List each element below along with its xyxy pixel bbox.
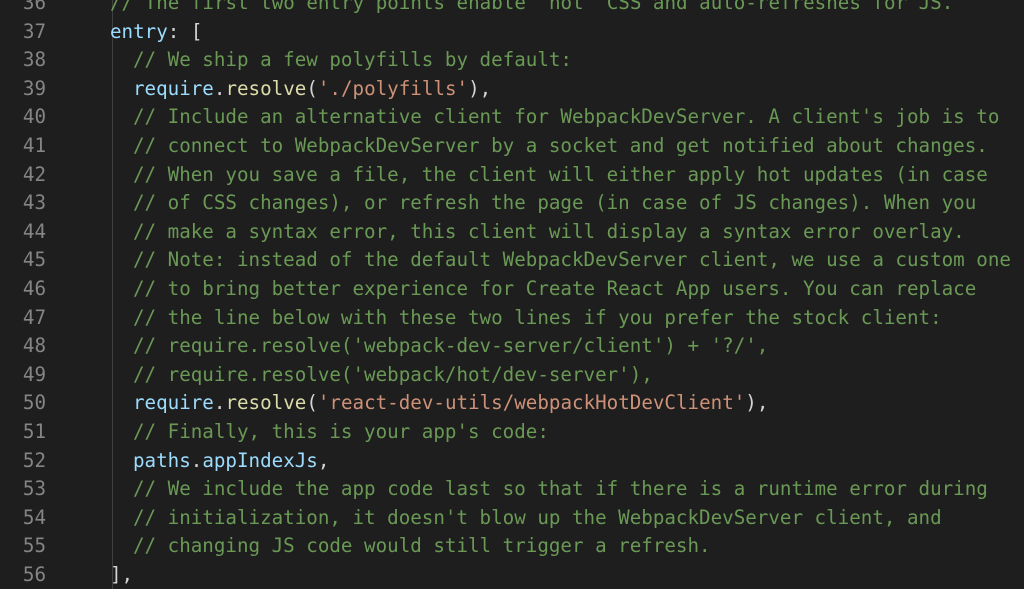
string-token: './polyfills' (317, 76, 469, 100)
comment-token: // the line below with these two lines i… (133, 305, 942, 329)
line-number: 54 (22, 505, 46, 529)
code-line[interactable]: 56], (0, 560, 1024, 589)
identifier-token: require (133, 76, 214, 100)
code-text: // changing JS code would still trigger … (110, 532, 711, 561)
punctuation-token: ( (306, 391, 318, 415)
code-text: // We ship a few polyfills by default: (110, 46, 572, 75)
punctuation-token: . (213, 76, 226, 100)
code-text: entry: [ (110, 18, 202, 47)
comment-token: // The first two entry points enable "ho… (110, 0, 954, 14)
punctuation-token: ], (110, 562, 134, 586)
line-number: 36 (22, 0, 46, 14)
code-line[interactable]: 40 // Include an alternative client for W… (0, 103, 1024, 132)
code-line[interactable]: 55 // changing JS code would still trigge… (0, 532, 1024, 561)
line-number: 43 (22, 191, 46, 215)
code-text: // of CSS changes), or refresh the page … (110, 189, 976, 218)
line-number: 44 (22, 219, 46, 243)
code-line[interactable]: 43 // of CSS changes), or refresh the pag… (0, 189, 1024, 218)
punctuation-token: , (317, 448, 330, 472)
code-line[interactable]: 51 // Finally, this is your app's code: (0, 417, 1024, 447)
line-number: 51 (22, 419, 46, 443)
code-line[interactable]: 41 // connect to WebpackDevServer by a so… (0, 131, 1024, 161)
code-line[interactable]: 45 // Note: instead of the default Webpac… (0, 246, 1024, 275)
identifier-token: require (133, 391, 214, 415)
code-line[interactable]: 48 // require.resolve('webpack-dev-server… (0, 332, 1024, 361)
line-number: 49 (22, 362, 46, 386)
comment-token: // require.resolve('webpack/hot/dev-serv… (133, 362, 653, 386)
code-text: // When you save a file, the client will… (110, 161, 988, 190)
comment-token: // changing JS code would still trigger … (133, 534, 711, 558)
punctuation-token: ), (745, 391, 769, 415)
code-text: // require.resolve('webpack/hot/dev-serv… (110, 361, 653, 390)
line-number: 42 (22, 162, 46, 186)
punctuation-token: . (190, 448, 203, 472)
code-text: require.resolve('react-dev-utils/webpack… (110, 389, 768, 418)
line-number: 39 (22, 76, 46, 100)
line-number: 37 (22, 19, 46, 43)
code-text: // connect to WebpackDevServer by a sock… (110, 132, 988, 161)
code-text: // to bring better experience for Create… (110, 275, 976, 304)
code-line[interactable]: 49 // require.resolve('webpack/hot/dev-se… (0, 360, 1024, 390)
code-line[interactable]: 42 // When you save a file, the client wi… (0, 160, 1024, 190)
comment-token: // Finally, this is your app's code: (133, 419, 549, 443)
line-number: 53 (22, 477, 46, 501)
code-text: // require.resolve('webpack-dev-server/c… (110, 332, 768, 361)
code-line[interactable]: 47 // the line below with these two lines… (0, 303, 1024, 333)
comment-token: // of CSS changes), or refresh the page … (133, 191, 977, 215)
code-text: // make a syntax error, this client will… (110, 218, 965, 247)
line-number: 41 (22, 133, 46, 157)
line-number: 50 (22, 391, 46, 415)
code-text: paths.appIndexJs, (110, 447, 329, 476)
line-number: 45 (22, 248, 46, 272)
comment-token: // We include the app code last so that … (133, 477, 988, 501)
code-line[interactable]: 50 require.resolve('react-dev-utils/webpa… (0, 389, 1024, 418)
punctuation-token: ( (306, 76, 318, 100)
code-line[interactable]: 52 paths.appIndexJs, (0, 446, 1024, 476)
code-text: // the line below with these two lines i… (110, 304, 942, 333)
code-line[interactable]: 38 // We ship a few polyfills by default: (0, 46, 1024, 75)
comment-token: // Include an alternative client for Web… (133, 105, 1000, 129)
line-number: 46 (22, 276, 46, 300)
comment-token: // We ship a few polyfills by default: (133, 48, 572, 72)
comment-token: // make a syntax error, this client will… (133, 219, 965, 243)
code-line[interactable]: 36 // The first two entry points enable "… (0, 0, 1024, 18)
code-text: // The first two entry points enable "ho… (110, 0, 953, 18)
code-text: // Include an alternative client for Web… (110, 103, 999, 132)
line-number: 38 (22, 48, 46, 72)
punctuation-token: . (213, 391, 226, 415)
code-text: // Note: instead of the default WebpackD… (110, 246, 1011, 275)
line-number: 55 (22, 534, 46, 558)
code-line[interactable]: 37 entry: [ (0, 17, 1024, 47)
comment-token: // to bring better experience for Create… (133, 276, 977, 300)
code-editor[interactable]: 36 // The first two entry points enable "… (0, 0, 1024, 589)
line-number: 47 (22, 305, 46, 329)
line-number: 56 (22, 562, 46, 586)
code-line[interactable]: 39 require.resolve('./polyfills'), (0, 74, 1024, 104)
code-line[interactable]: 53 // We include the app code last so tha… (0, 475, 1024, 504)
code-text: // Finally, this is your app's code: (110, 418, 549, 447)
identifier-token: appIndexJs (202, 448, 318, 472)
function-token: resolve (225, 76, 307, 100)
code-line[interactable]: 54 // initialization, it doesn't blow up … (0, 503, 1024, 533)
comment-token: // initialization, it doesn't blow up th… (133, 505, 942, 529)
code-text: ], (110, 561, 133, 589)
comment-token: // When you save a file, the client will… (133, 162, 988, 186)
comment-token: // require.resolve('webpack-dev-server/c… (133, 334, 769, 358)
punctuation-token: ), (468, 76, 492, 100)
string-token: 'react-dev-utils/webpackHotDevClient' (317, 391, 746, 415)
comment-token: // connect to WebpackDevServer by a sock… (133, 133, 988, 157)
code-line[interactable]: 46 // to bring better experience for Crea… (0, 274, 1024, 304)
line-number: 40 (22, 105, 46, 129)
line-number: 48 (22, 334, 46, 358)
code-text: // We include the app code last so that … (110, 475, 988, 504)
comment-token: // Note: instead of the default WebpackD… (133, 248, 1011, 272)
punctuation-token: : [ (167, 19, 203, 43)
identifier-token: paths (133, 448, 191, 472)
code-line[interactable]: 44 // make a syntax error, this client wi… (0, 217, 1024, 247)
function-token: resolve (225, 391, 307, 415)
code-text: // initialization, it doesn't blow up th… (110, 504, 942, 533)
line-number: 52 (22, 448, 46, 472)
code-text: require.resolve('./polyfills'), (110, 75, 491, 104)
identifier-token: entry (110, 19, 168, 43)
